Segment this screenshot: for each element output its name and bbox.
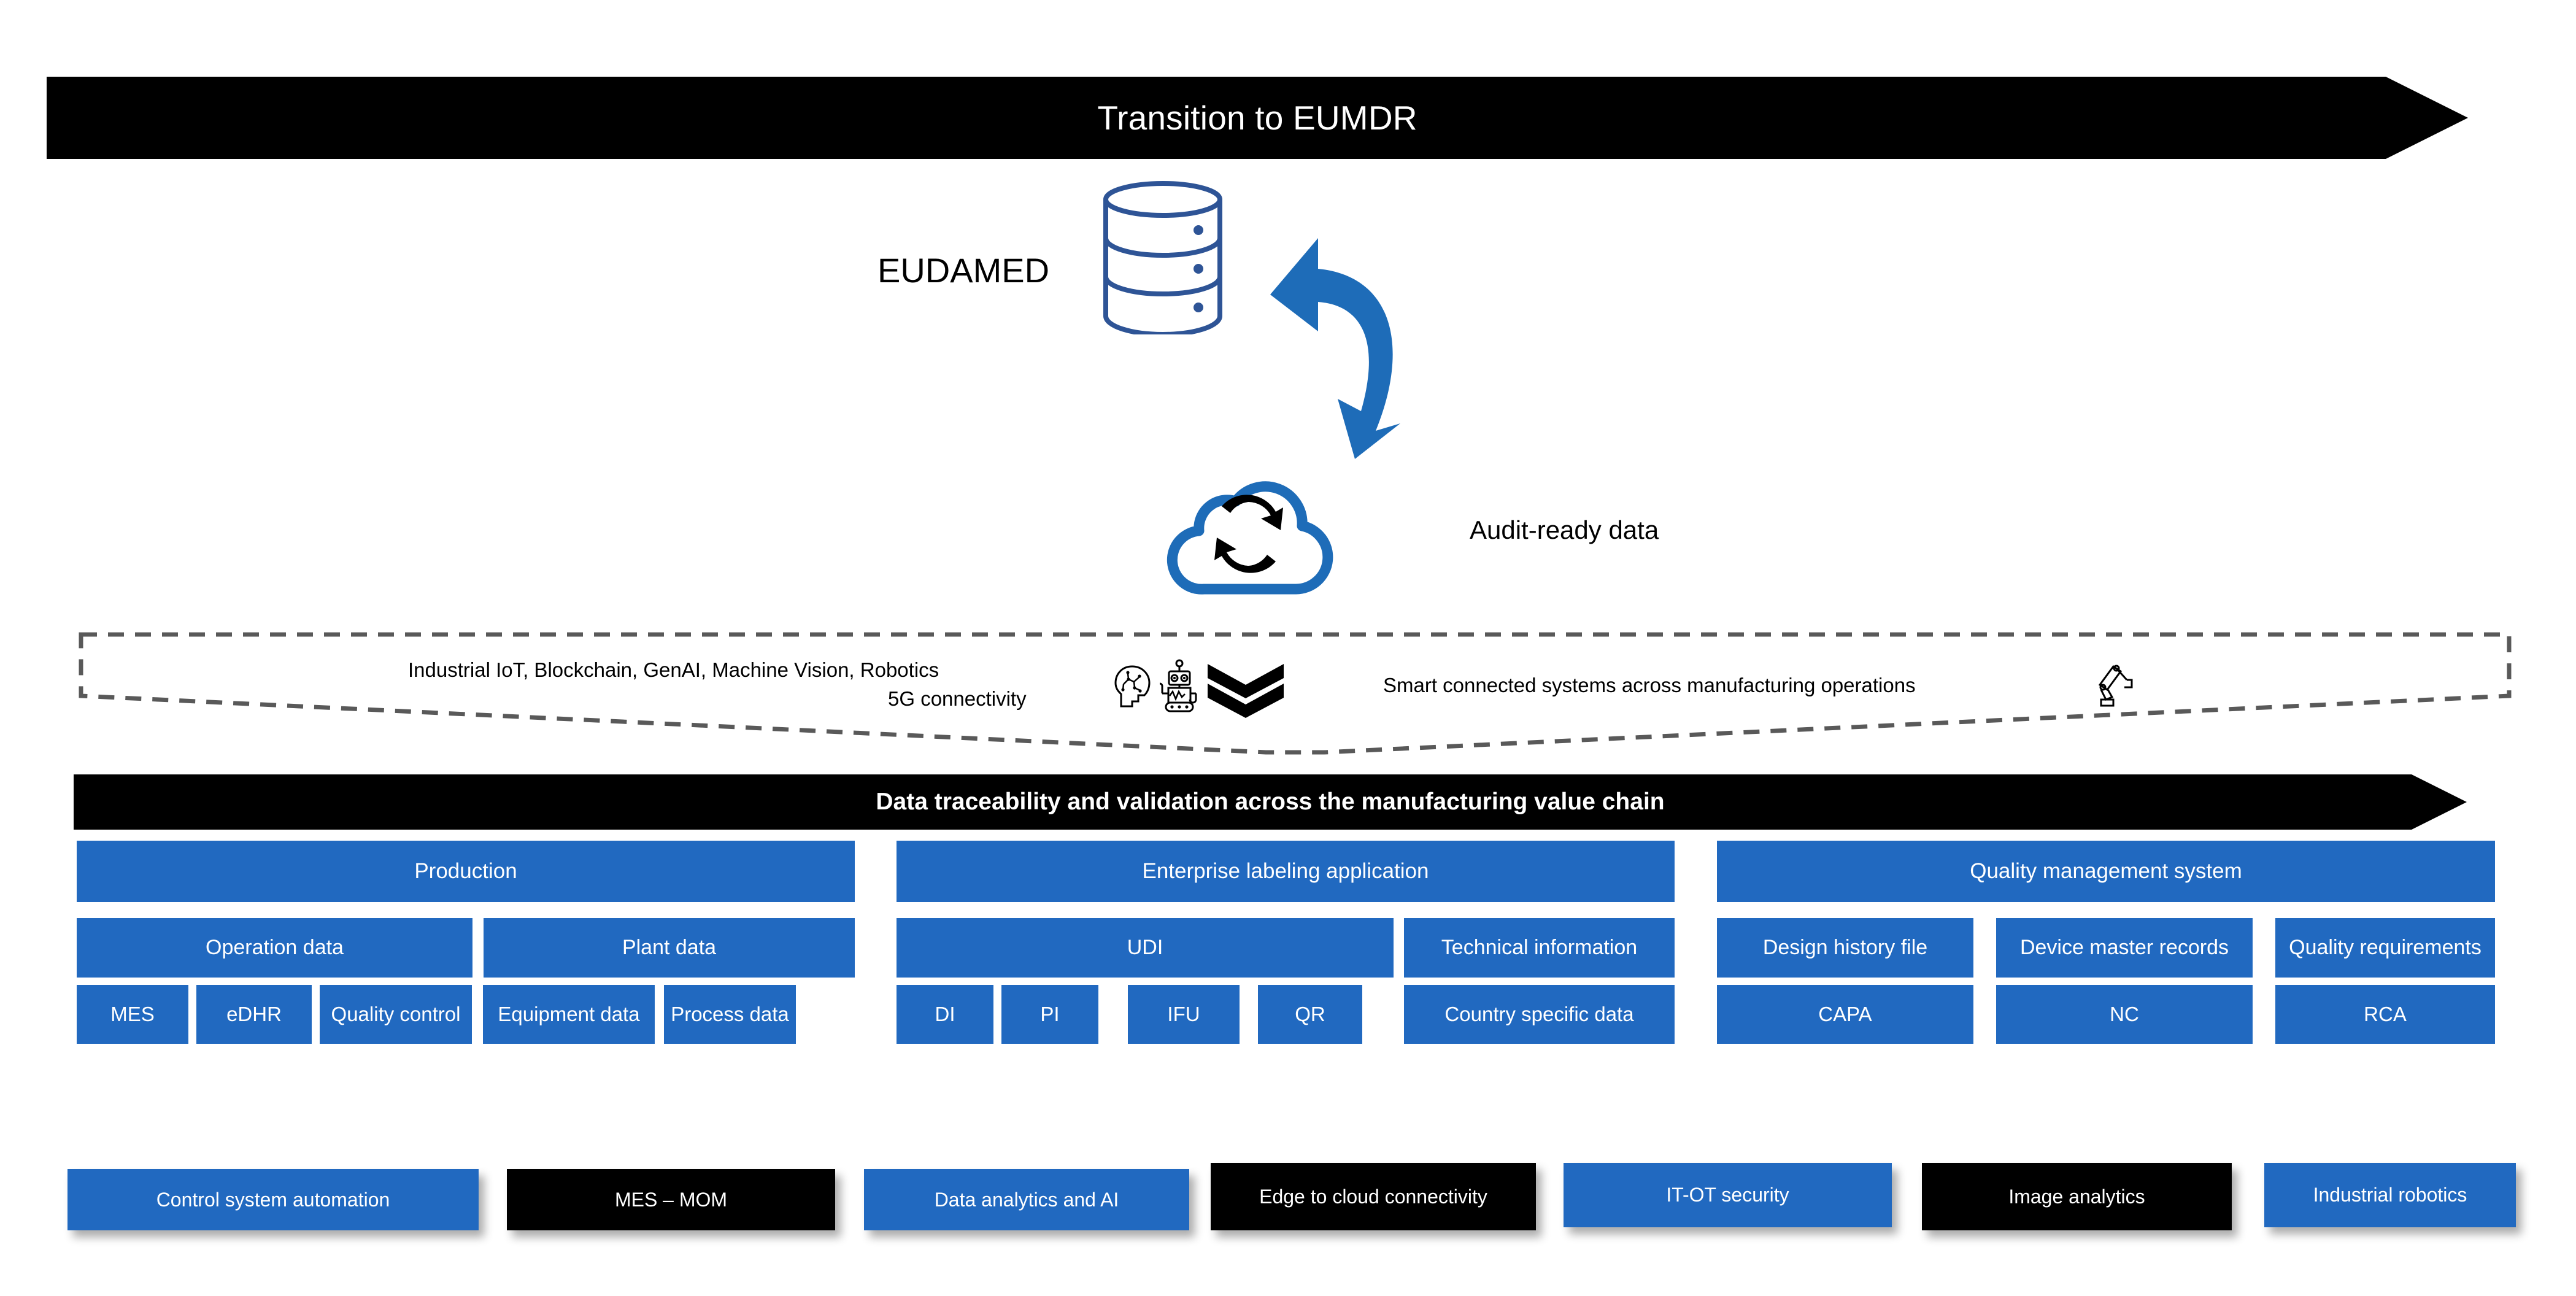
robot-arm-icon (2098, 665, 2133, 707)
box-rca[interactable]: RCA (2275, 985, 2495, 1044)
slide-canvas: Transition to EUMDR EUDAMED Audit-ready … (0, 0, 2576, 1296)
box-label: Edge to cloud connectivity (1259, 1185, 1487, 1208)
box-label: Operation data (206, 935, 344, 959)
traceability-banner: Data traceability and validation across … (74, 774, 2467, 830)
box-label: QR (1295, 1003, 1325, 1026)
box-label: IT-OT security (1666, 1184, 1789, 1206)
box-label: Image analytics (2008, 1185, 2145, 1208)
box-di[interactable]: DI (897, 985, 993, 1044)
box-label: Quality management system (1970, 858, 2242, 883)
double-chevron-down-icon (1208, 664, 1284, 718)
box-label: Device master records (2019, 935, 2229, 959)
box-label: Equipment data (498, 1003, 640, 1026)
column-header-quality-management-system[interactable]: Quality management system (1717, 841, 2495, 902)
box-edhr[interactable]: eDHR (196, 985, 312, 1044)
column-header-enterprise-labeling[interactable]: Enterprise labeling application (897, 841, 1675, 902)
box-equipment-data[interactable]: Equipment data (483, 985, 655, 1044)
box-mes[interactable]: MES (77, 985, 188, 1044)
box-technical-information[interactable]: Technical information (1404, 918, 1675, 978)
audit-ready-data-label: Audit-ready data (1470, 515, 1659, 544)
box-label: UDI (1127, 935, 1163, 959)
box-label: MES – MOM (614, 1188, 728, 1211)
box-quality-requirements[interactable]: Quality requirements (2275, 918, 2495, 978)
capability-mes-mom[interactable]: MES – MOM (507, 1169, 835, 1230)
capability-control-system-automation[interactable]: Control system automation (67, 1169, 479, 1230)
capability-it-ot-security[interactable]: IT-OT security (1564, 1163, 1892, 1227)
box-label: Production (414, 858, 517, 883)
box-label: NC (2110, 1003, 2139, 1026)
capability-industrial-robotics[interactable]: Industrial robotics (2264, 1163, 2516, 1227)
ai-brain-head-icon (1114, 665, 1151, 708)
traceability-banner-label: Data traceability and validation across … (876, 789, 1665, 815)
box-label: Industrial robotics (2313, 1184, 2467, 1206)
box-operation-data[interactable]: Operation data (77, 918, 472, 978)
box-label: Technical information (1441, 935, 1638, 959)
capability-image-analytics[interactable]: Image analytics (1922, 1163, 2232, 1230)
box-label: Country specific data (1444, 1003, 1634, 1026)
box-process-data[interactable]: Process data (664, 985, 796, 1044)
box-label: Process data (671, 1003, 789, 1026)
capability-data-analytics-and-ai[interactable]: Data analytics and AI (864, 1169, 1189, 1230)
box-capa[interactable]: CAPA (1717, 985, 1973, 1044)
box-label: Quality requirements (2289, 935, 2482, 959)
tech-band-dashed-container (79, 632, 2512, 755)
box-plant-data[interactable]: Plant data (484, 918, 855, 978)
box-label: Plant data (622, 935, 717, 959)
tech-band-line2: 5G connectivity (888, 687, 1027, 710)
title-banner: Transition to EUMDR (47, 77, 2468, 159)
title-banner-label: Transition to EUMDR (1097, 99, 1417, 137)
box-label: eDHR (226, 1003, 282, 1026)
box-ifu[interactable]: IFU (1128, 985, 1240, 1044)
box-design-history-file[interactable]: Design history file (1717, 918, 1973, 978)
box-qr[interactable]: QR (1258, 985, 1362, 1044)
box-label: Data analytics and AI (934, 1188, 1119, 1211)
box-label: Quality control (331, 1003, 461, 1026)
box-label: IFU (1167, 1003, 1200, 1026)
column-header-production[interactable]: Production (77, 841, 855, 902)
box-label: Enterprise labeling application (1142, 858, 1429, 883)
cloud-sync-icon (1167, 481, 1333, 595)
box-country-specific-data[interactable]: Country specific data (1404, 985, 1675, 1044)
box-quality-control[interactable]: Quality control (320, 985, 472, 1044)
box-label: DI (935, 1003, 955, 1026)
box-label: Design history file (1762, 935, 1928, 959)
box-device-master-records[interactable]: Device master records (1996, 918, 2253, 978)
box-udi[interactable]: UDI (897, 918, 1394, 978)
database-cylinder-icon (1103, 181, 1222, 334)
box-label: Control system automation (156, 1188, 390, 1211)
box-label: CAPA (1818, 1003, 1872, 1026)
curved-up-arrow-icon (1270, 238, 1400, 459)
box-nc[interactable]: NC (1996, 985, 2253, 1044)
box-label: RCA (2364, 1003, 2407, 1026)
tech-band-line1: Industrial IoT, Blockchain, GenAI, Machi… (408, 658, 939, 681)
tech-band-line3: Smart connected systems across manufactu… (1383, 674, 1916, 696)
robot-icon (1159, 659, 1197, 712)
box-label: MES (110, 1003, 155, 1026)
capability-edge-to-cloud-connectivity[interactable]: Edge to cloud connectivity (1211, 1163, 1536, 1230)
box-pi[interactable]: PI (1001, 985, 1098, 1044)
eudamed-label: EUDAMED (877, 251, 1050, 290)
box-label: PI (1040, 1003, 1060, 1026)
